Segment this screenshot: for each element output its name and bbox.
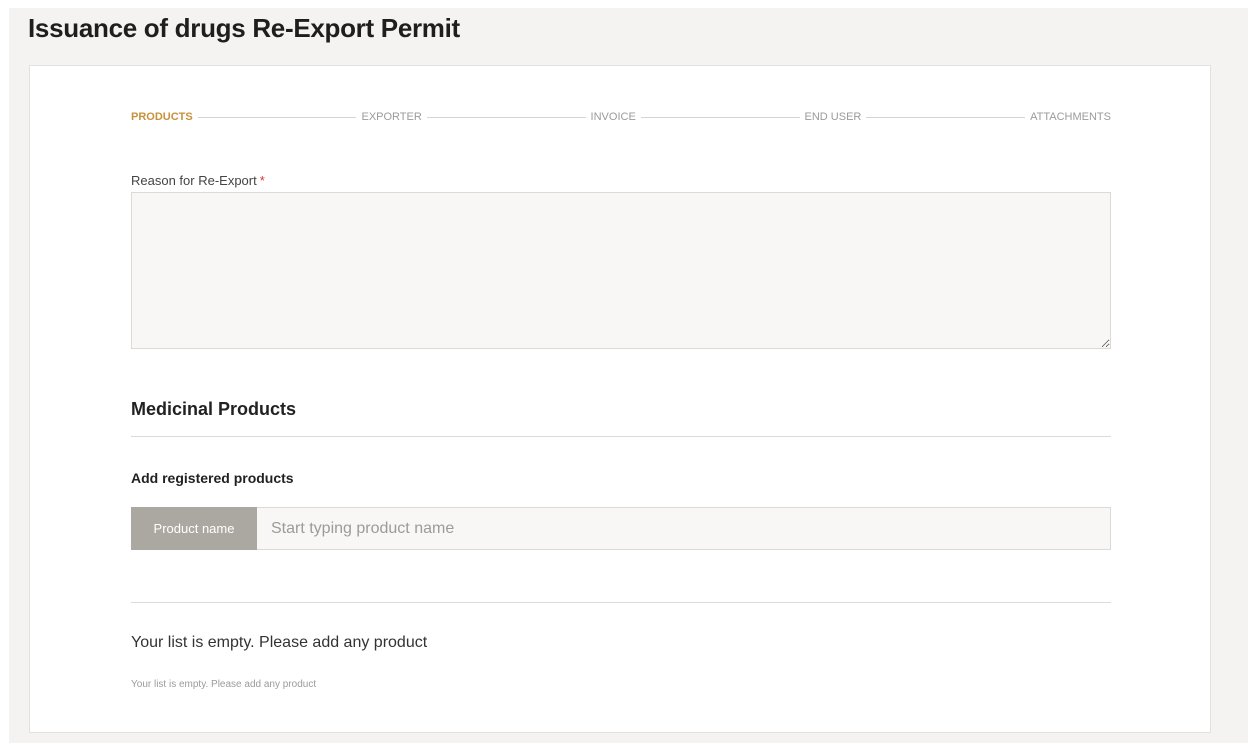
page-title: Issuance of drugs Re-Export Permit bbox=[28, 13, 460, 43]
step-connector bbox=[640, 116, 800, 118]
empty-list-message: Your list is empty. Please add any produ… bbox=[131, 634, 428, 651]
empty-list-hint: Your list is empty. Please add any produ… bbox=[131, 679, 317, 690]
required-marker: * bbox=[259, 173, 265, 188]
product-search-group: Product name bbox=[131, 507, 1111, 550]
list-divider bbox=[131, 602, 1111, 603]
reason-field-label: Reason for Re-Export * bbox=[131, 173, 265, 188]
add-registered-products-heading: Add registered products bbox=[131, 470, 294, 486]
step-exporter[interactable]: EXPORTER bbox=[361, 111, 421, 123]
product-name-addon: Product name bbox=[131, 507, 257, 550]
section-divider bbox=[131, 436, 1111, 437]
reason-textarea[interactable] bbox=[131, 192, 1111, 349]
product-name-input[interactable] bbox=[257, 507, 1111, 550]
step-connector bbox=[197, 116, 357, 118]
reason-label-text: Reason for Re-Export bbox=[131, 173, 257, 188]
step-invoice[interactable]: INVOICE bbox=[591, 111, 636, 123]
step-attachments[interactable]: ATTACHMENTS bbox=[1030, 111, 1111, 123]
wizard-stepper: PRODUCTS EXPORTER INVOICE END USER ATTAC… bbox=[131, 109, 1111, 125]
medicinal-products-heading: Medicinal Products bbox=[131, 399, 297, 419]
form-card: PRODUCTS EXPORTER INVOICE END USER ATTAC… bbox=[29, 65, 1211, 733]
step-products[interactable]: PRODUCTS bbox=[131, 111, 193, 123]
step-connector bbox=[866, 116, 1026, 118]
step-connector bbox=[426, 116, 586, 118]
step-end-user[interactable]: END USER bbox=[805, 111, 862, 123]
